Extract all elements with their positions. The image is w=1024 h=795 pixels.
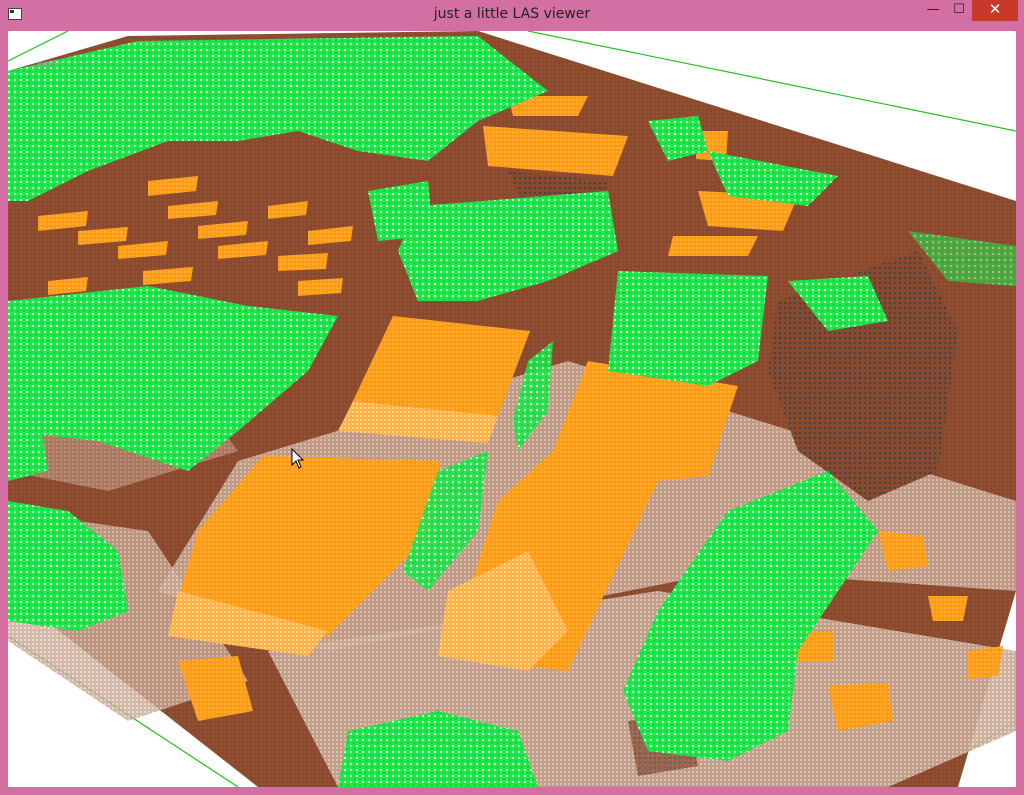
minimize-button[interactable]: — — [920, 0, 946, 21]
point-cloud-viewport[interactable]: pan — [8, 31, 1016, 787]
window-title: just a little LAS viewer — [433, 6, 591, 22]
close-button[interactable]: ✕ — [972, 0, 1018, 21]
title-bar[interactable]: just a little LAS viewer — ☐ ✕ — [0, 0, 1024, 31]
maximize-button[interactable]: ☐ — [946, 0, 972, 21]
app-window: just a little LAS viewer — ☐ ✕ pan — [0, 0, 1024, 795]
navigation-mode-label: pan — [37, 59, 57, 70]
point-cloud-canvas[interactable] — [8, 31, 1016, 787]
